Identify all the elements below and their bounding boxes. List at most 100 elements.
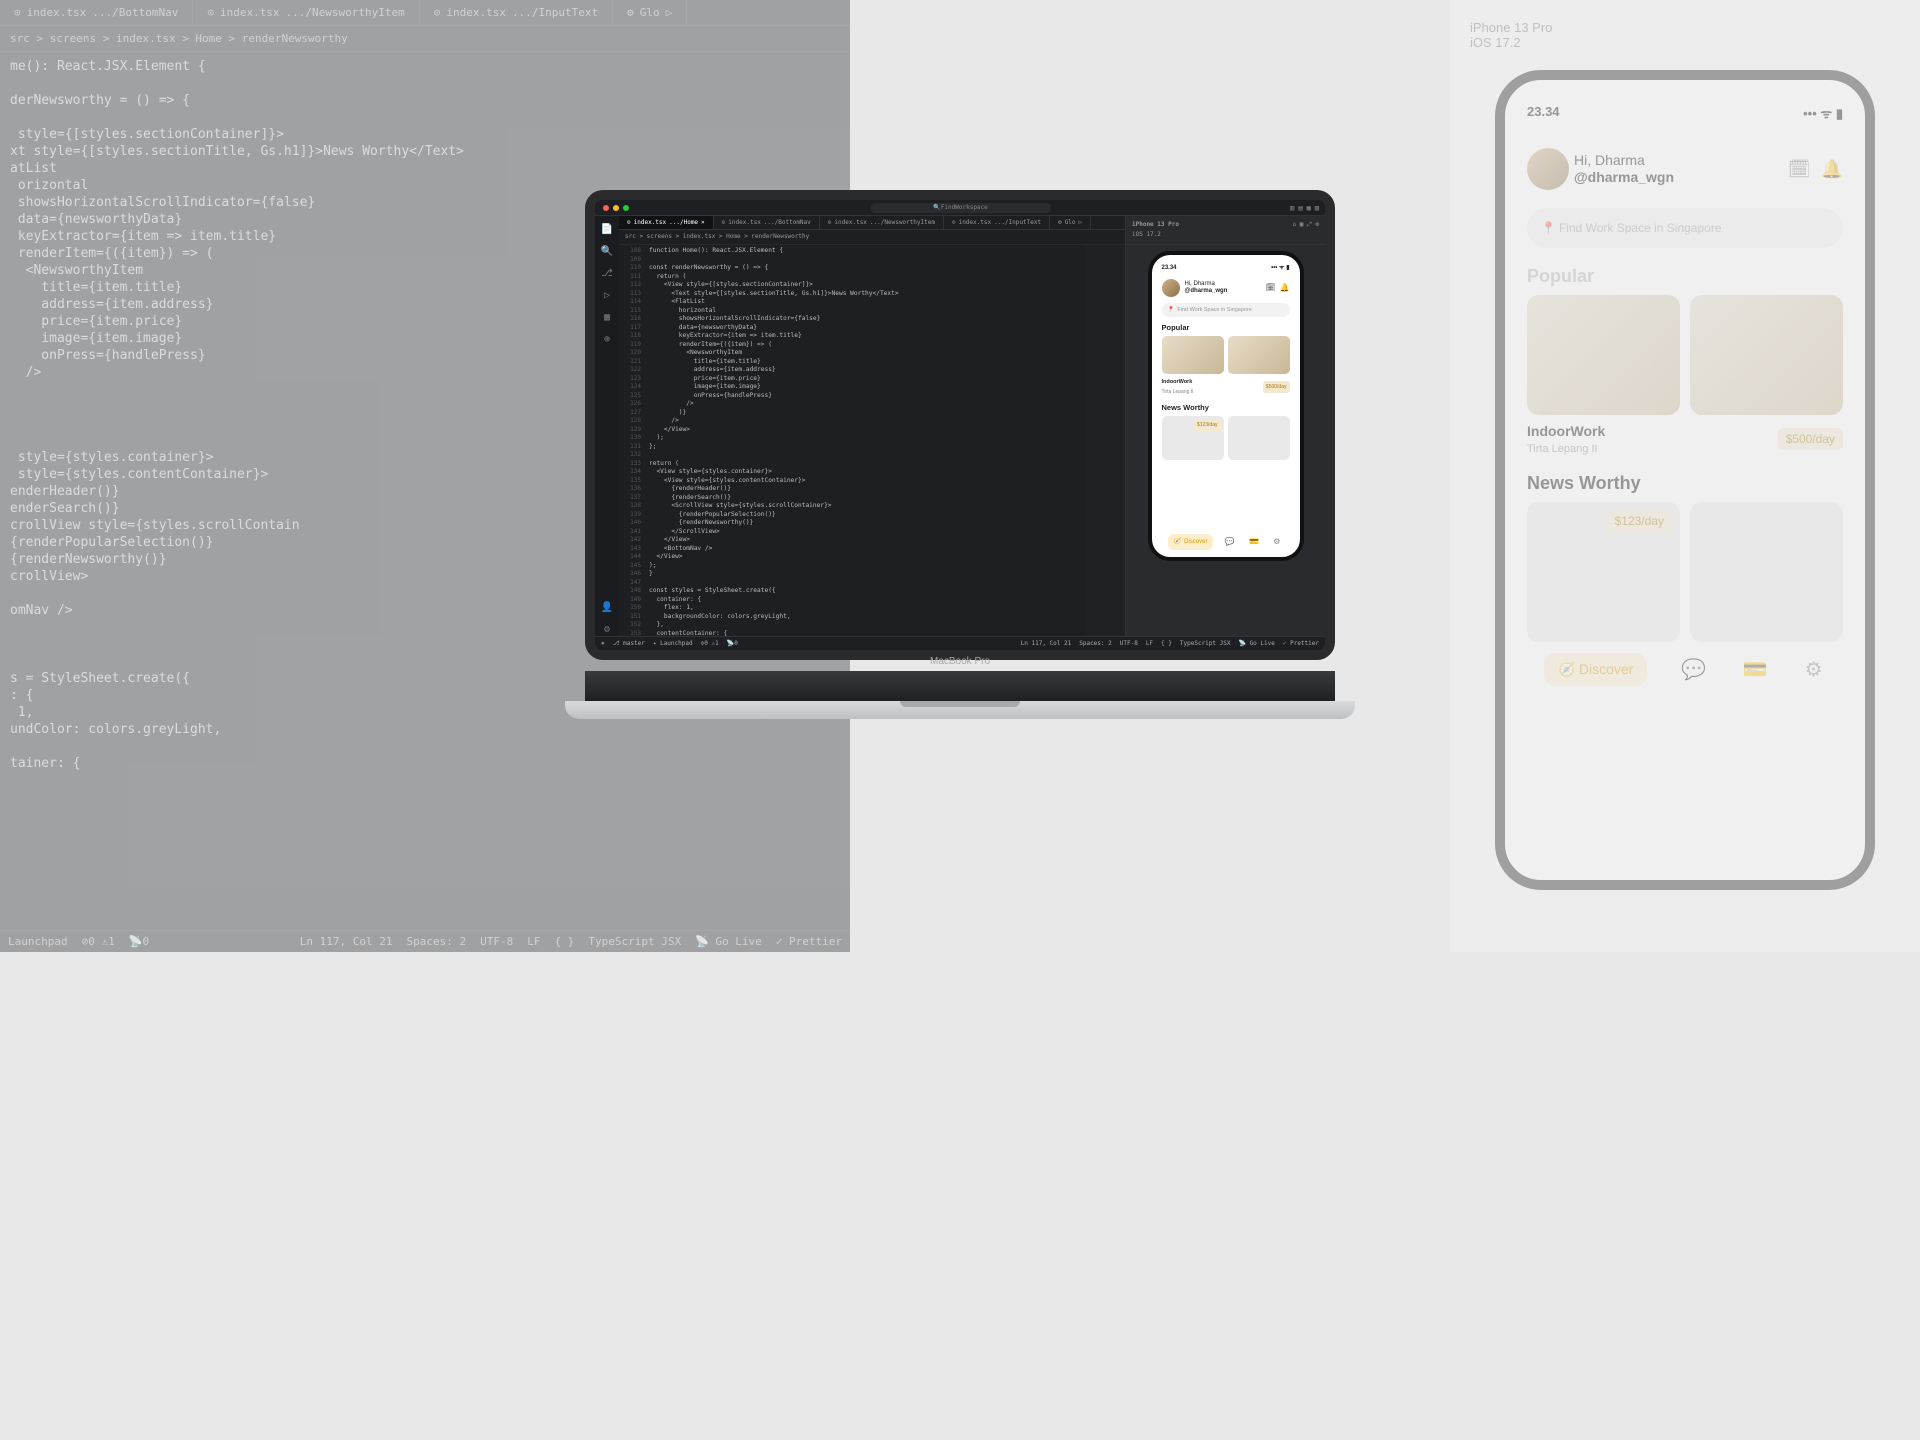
- eol[interactable]: LF: [1146, 639, 1153, 649]
- news-card[interactable]: $123/day: [1527, 502, 1680, 642]
- avatar[interactable]: [1162, 279, 1180, 297]
- calendar-icon[interactable]: 🗓: [1265, 283, 1275, 293]
- search-input[interactable]: 📍Find Work Space in Singapore: [1527, 208, 1843, 248]
- tab-newsworthy[interactable]: ⊙index.tsx .../NewsworthyItem: [193, 0, 419, 25]
- layout-icon[interactable]: ▥: [1290, 203, 1294, 213]
- tab-bottomnav[interactable]: ⊙index.tsx .../BottomNav: [0, 0, 193, 25]
- launchpad[interactable]: ✦ Launchpad: [653, 639, 693, 649]
- status-eol[interactable]: LF: [527, 933, 540, 950]
- explorer-icon[interactable]: 📄: [601, 224, 613, 236]
- debug-icon[interactable]: ▷: [601, 290, 613, 302]
- close-icon[interactable]: ×: [701, 218, 705, 228]
- search-icon[interactable]: 🔍: [601, 246, 613, 258]
- user-greeting: Hi, Dharma@dharma_wgn: [1574, 152, 1674, 186]
- activity-bar: 📄 🔍 ⎇ ▷ ▦ ⊕ 👤 ⚙: [595, 216, 619, 636]
- status-lang[interactable]: TypeScript JSX: [588, 933, 681, 950]
- nav-messages[interactable]: 💬: [1678, 654, 1709, 685]
- news-card[interactable]: $123/day: [1162, 416, 1224, 460]
- indent[interactable]: Spaces: 2: [1079, 639, 1112, 649]
- lang-mode[interactable]: TypeScript JSX: [1180, 639, 1231, 649]
- status-golive[interactable]: 📡 Go Live: [695, 933, 762, 950]
- search-input[interactable]: 📍Find Work Space in Singapore: [1162, 303, 1290, 317]
- sim-controls[interactable]: ⌂ ▦ ⤢ ⚙: [1293, 220, 1319, 240]
- news-card[interactable]: [1690, 502, 1843, 642]
- popular-item-subtitle: Tirta Lepang II: [1527, 443, 1598, 455]
- nav-messages[interactable]: 💬: [1222, 534, 1238, 550]
- simulator-pane: iPhone 13 ProiOS 17.2⌂ ▦ ⤢ ⚙ 23.34••• ᯤ …: [1125, 216, 1325, 636]
- popular-title: Popular: [1527, 266, 1843, 287]
- layout-icon[interactable]: ▦: [1307, 203, 1311, 213]
- status-cursor[interactable]: Ln 117, Col 21: [300, 933, 393, 950]
- popular-card[interactable]: [1527, 295, 1680, 415]
- tab[interactable]: ⊙index.tsx .../NewsworthyItem: [820, 216, 944, 229]
- editor-body[interactable]: function Home(): React.JSX.Element { con…: [645, 245, 1085, 636]
- compass-icon: 🧭: [1558, 661, 1575, 678]
- layout-icon[interactable]: ▤: [1298, 203, 1302, 213]
- tab-bar: ⊙index.tsx .../BottomNav ⊙index.tsx .../…: [0, 0, 850, 26]
- status-ports[interactable]: 📡0: [129, 933, 149, 950]
- status-brackets: { }: [554, 933, 574, 950]
- breadcrumb[interactable]: src > screens > index.tsx > Home > rende…: [0, 26, 850, 52]
- status-bar: ⎈ ⎇ master ✦ Launchpad ⊘0 ⚠1 📡0 Ln 117, …: [595, 636, 1325, 650]
- encoding[interactable]: UTF-8: [1120, 639, 1138, 649]
- nav-settings[interactable]: ⚙: [1802, 654, 1826, 685]
- laptop-keyboard: [585, 671, 1335, 701]
- ports[interactable]: 📡0: [727, 639, 738, 649]
- pin-icon: 📍: [1541, 221, 1556, 235]
- popular-price: $500/day: [1778, 428, 1843, 450]
- traffic-max[interactable]: [623, 205, 629, 211]
- traffic-min[interactable]: [613, 205, 619, 211]
- status-errors[interactable]: ⊘0 ⚠1: [82, 933, 115, 950]
- breadcrumb[interactable]: src > screens > index.tsx > Home > rende…: [619, 230, 1125, 245]
- problems[interactable]: ⊘0 ⚠1: [701, 639, 719, 649]
- branch[interactable]: ⎇ master: [613, 639, 645, 649]
- popular-card[interactable]: [1228, 336, 1290, 374]
- traffic-close[interactable]: [603, 205, 609, 211]
- avatar[interactable]: [1527, 148, 1569, 190]
- laptop-label: MacBook Pro: [585, 656, 1335, 667]
- news-card[interactable]: [1228, 416, 1290, 460]
- git-icon[interactable]: ⎇: [601, 268, 613, 280]
- calendar-icon[interactable]: 🗓: [1788, 159, 1811, 180]
- status-encoding[interactable]: UTF-8: [480, 933, 513, 950]
- tab-home[interactable]: ⊙index.tsx .../Home ×: [619, 216, 714, 229]
- status-spaces[interactable]: Spaces: 2: [407, 933, 467, 950]
- gutter: 108 109 110 111 112 113 114 115 116 117 …: [619, 245, 645, 636]
- prettier[interactable]: ✓ Prettier: [1283, 639, 1319, 649]
- run-config[interactable]: ⚙ Glo ▷: [613, 0, 687, 25]
- vscode-titlebar: 🔍 FindWorkspace ▥ ▤ ▦ ▧: [595, 200, 1325, 216]
- nav-settings[interactable]: ⚙: [1270, 534, 1283, 550]
- command-center[interactable]: 🔍 FindWorkspace: [871, 203, 1051, 213]
- remote-indicator[interactable]: ⎈: [601, 639, 605, 649]
- bell-icon[interactable]: 🔔: [1280, 283, 1290, 293]
- simulator-phone: 23.34••• ᯤ ▮ Hi, Dharma@dharma_wgn 🗓🔔 📍F…: [1148, 251, 1304, 561]
- bg-simulator: iPhone 13 ProiOS 17.2 23.34••• ᯤ ▮ Hi, D…: [1450, 0, 1920, 952]
- extensions-icon[interactable]: ▦: [601, 312, 613, 324]
- layout-icon[interactable]: ▧: [1315, 203, 1319, 213]
- tab[interactable]: ⊙index.tsx .../InputText: [944, 216, 1050, 229]
- tab[interactable]: ⊙index.tsx .../BottomNav: [714, 216, 820, 229]
- status-prettier[interactable]: ✓ Prettier: [776, 933, 842, 950]
- run-config[interactable]: ⚙ Glo ▷: [1050, 216, 1091, 229]
- gear-icon[interactable]: ⚙: [601, 624, 613, 636]
- laptop-base: [565, 701, 1355, 719]
- cursor-pos[interactable]: Ln 117, Col 21: [1021, 639, 1072, 649]
- popular-item-title: IndoorWork: [1527, 423, 1605, 439]
- nav-payments[interactable]: 💳: [1740, 654, 1771, 685]
- account-icon[interactable]: 👤: [601, 602, 613, 614]
- minimap[interactable]: [1085, 245, 1125, 636]
- nav-discover[interactable]: 🧭Discover: [1168, 534, 1214, 550]
- popular-title: Popular: [1162, 323, 1290, 333]
- pin-icon: 📍: [1168, 305, 1175, 315]
- nav-discover[interactable]: 🧭Discover: [1544, 653, 1647, 686]
- bell-icon[interactable]: 🔔: [1821, 159, 1843, 180]
- golive[interactable]: 📡 Go Live: [1238, 639, 1274, 649]
- status-launchpad[interactable]: Launchpad: [8, 933, 68, 950]
- vscode-window: 🔍 FindWorkspace ▥ ▤ ▦ ▧ 📄 🔍 ⎇ ▷ ▦ ⊕ 👤: [595, 200, 1325, 650]
- remote-icon[interactable]: ⊕: [601, 334, 613, 346]
- popular-card[interactable]: [1162, 336, 1224, 374]
- popular-card[interactable]: [1690, 295, 1843, 415]
- nav-payments[interactable]: 💳: [1246, 534, 1262, 550]
- editor-tabbar: ⊙index.tsx .../Home × ⊙index.tsx .../Bot…: [619, 216, 1125, 230]
- tab-inputtext[interactable]: ⊙index.tsx .../InputText: [420, 0, 613, 25]
